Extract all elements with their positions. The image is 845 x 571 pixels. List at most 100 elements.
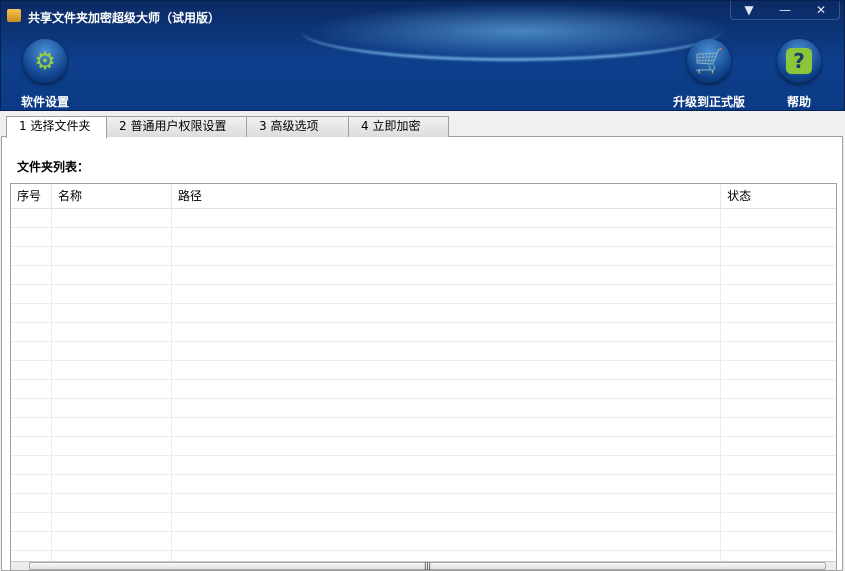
menu-dropdown-icon[interactable]: ▼	[731, 1, 767, 19]
minimize-button[interactable]: —	[767, 1, 803, 19]
table-row	[11, 266, 836, 285]
table-body	[11, 209, 836, 570]
table-cell	[721, 513, 836, 531]
table-cell	[52, 456, 172, 474]
table-row	[11, 418, 836, 437]
table-row	[11, 323, 836, 342]
table-cell	[11, 342, 52, 360]
table-cell	[172, 304, 722, 322]
table-cell	[52, 247, 172, 265]
table-cell	[721, 228, 836, 246]
table-cell	[721, 209, 836, 227]
tab-select-folder[interactable]: 1 选择文件夹	[6, 116, 107, 138]
table-cell	[172, 247, 722, 265]
table-cell	[11, 475, 52, 493]
table-cell	[721, 247, 836, 265]
table-cell	[11, 285, 52, 303]
table-row	[11, 532, 836, 551]
column-header-path[interactable]: 路径	[172, 184, 722, 209]
column-header-name[interactable]: 名称	[52, 184, 172, 209]
table-cell	[721, 285, 836, 303]
table-cell	[52, 323, 172, 341]
table-cell	[52, 437, 172, 455]
table-row	[11, 304, 836, 323]
table-cell	[11, 209, 52, 227]
close-button[interactable]: ✕	[803, 1, 839, 19]
table-cell	[52, 513, 172, 531]
table-row	[11, 494, 836, 513]
tab-user-permissions[interactable]: 2 普通用户权限设置	[106, 116, 247, 137]
table-cell	[172, 361, 722, 379]
table-cell	[11, 323, 52, 341]
upgrade-label: 升级到正式版	[673, 95, 746, 109]
table-row	[11, 513, 836, 532]
table-cell	[721, 494, 836, 512]
table-row	[11, 247, 836, 266]
table-row	[11, 209, 836, 228]
table-cell	[11, 513, 52, 531]
help-icon: ?	[777, 39, 821, 83]
column-header-status[interactable]: 状态	[721, 184, 836, 209]
table-cell	[11, 532, 52, 550]
table-cell	[172, 437, 722, 455]
settings-label: 软件设置	[21, 95, 70, 109]
table-row	[11, 399, 836, 418]
table-cell	[172, 380, 722, 398]
table-cell	[52, 532, 172, 550]
table-cell	[52, 380, 172, 398]
table-cell	[11, 266, 52, 284]
folder-list-label: 文件夹列表：	[17, 160, 90, 174]
table-cell	[52, 475, 172, 493]
table-cell	[172, 475, 722, 493]
table-cell	[721, 323, 836, 341]
table-cell	[172, 323, 722, 341]
shopping-cart-icon: 🛒	[687, 39, 731, 83]
help-button[interactable]: ? 帮助	[777, 39, 821, 110]
settings-button[interactable]: ⚙ 软件设置	[21, 39, 69, 110]
table-cell	[11, 399, 52, 417]
table-cell	[11, 494, 52, 512]
table-cell	[721, 475, 836, 493]
table-row	[11, 285, 836, 304]
table-cell	[172, 209, 722, 227]
table-cell	[52, 285, 172, 303]
table-cell	[721, 437, 836, 455]
window-title: 共享文件夹加密超级大师（试用版）	[28, 11, 221, 25]
table-cell	[721, 399, 836, 417]
tab-advanced-options[interactable]: 3 高级选项	[246, 116, 349, 137]
table-cell	[11, 228, 52, 246]
upgrade-button[interactable]: 🛒 升级到正式版	[673, 39, 745, 110]
table-cell	[721, 380, 836, 398]
table-cell	[721, 456, 836, 474]
table-cell	[721, 361, 836, 379]
table-row	[11, 380, 836, 399]
help-label: 帮助	[786, 95, 811, 109]
table-cell	[11, 361, 52, 379]
table-row	[11, 342, 836, 361]
window-controls: ▼ — ✕	[730, 1, 840, 20]
title-banner: 共享文件夹加密超级大师（试用版） ▼ — ✕ ⚙ 软件设置 🛒 升级到正式版 ?…	[0, 0, 845, 111]
table-cell	[11, 437, 52, 455]
tab-encrypt-now[interactable]: 4 立即加密	[348, 116, 449, 137]
table-cell	[52, 342, 172, 360]
table-header: 序号 名称 路径 状态	[11, 184, 836, 209]
table-row	[11, 228, 836, 247]
table-cell	[52, 418, 172, 436]
table-cell	[52, 304, 172, 322]
banner-decoration	[301, 1, 721, 61]
table-cell	[721, 532, 836, 550]
table-cell	[11, 304, 52, 322]
table-cell	[721, 418, 836, 436]
tab-bar: 1 选择文件夹 2 普通用户权限设置 3 高级选项 4 立即加密	[6, 116, 449, 138]
app-icon	[7, 9, 21, 22]
table-cell	[11, 456, 52, 474]
table-cell	[172, 494, 722, 512]
table-cell	[11, 247, 52, 265]
folder-table[interactable]: 序号 名称 路径 状态 |||	[10, 183, 837, 571]
table-cell	[172, 513, 722, 531]
table-cell	[52, 228, 172, 246]
horizontal-scrollbar[interactable]: |||	[11, 561, 836, 570]
table-cell	[52, 266, 172, 284]
column-header-index[interactable]: 序号	[11, 184, 52, 209]
scrollbar-thumb[interactable]: |||	[29, 562, 826, 570]
